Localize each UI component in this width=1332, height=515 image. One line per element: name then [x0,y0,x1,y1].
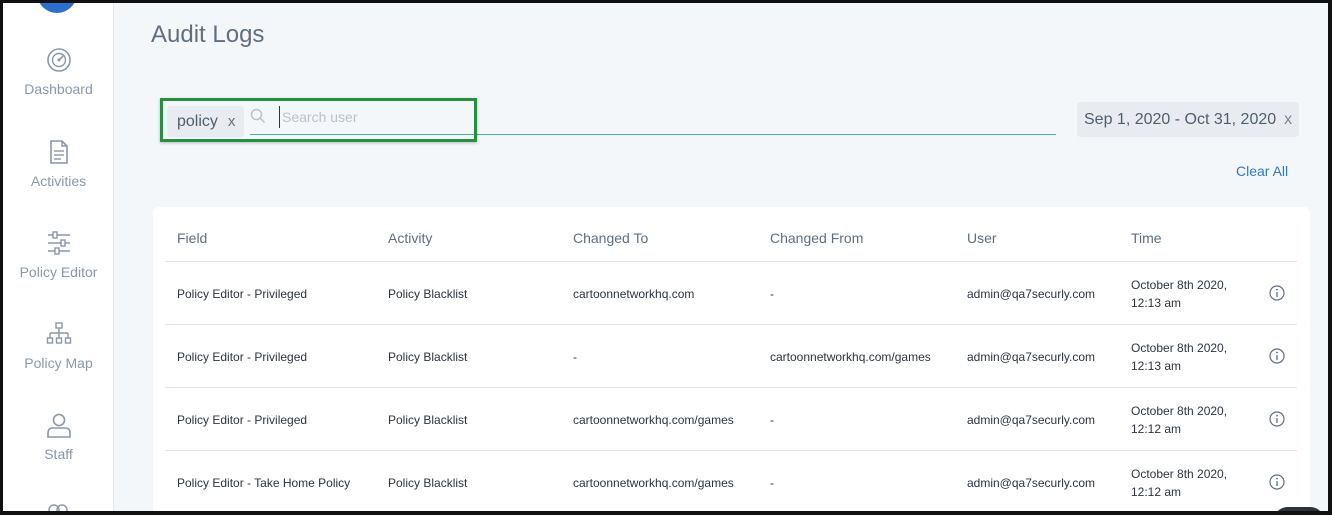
audit-log-table: Field Activity Changed To Changed From U… [153,207,1310,511]
sidebar-item-label: Policy Editor [19,264,98,280]
table-row: Policy Editor - Privileged Policy Blackl… [165,388,1297,451]
cell-changed-to: cartoonnetworkhq.com/games [573,412,734,427]
time-date: October 8th 2020, [1131,403,1228,418]
info-icon[interactable] [1269,285,1285,301]
document-icon [49,140,68,164]
column-header-activity[interactable]: Activity [388,230,432,246]
cell-changed-from: - [770,475,774,490]
time-clock: 12:13 am [1131,295,1182,310]
highlight-annotation [160,98,477,142]
clear-all-link[interactable]: Clear All [1236,163,1288,179]
sidebar-item-dashboard[interactable]: Dashboard [3,47,114,97]
cell-user: admin@qa7securly.com [967,475,1096,490]
cell-activity: Policy Blacklist [388,412,468,427]
column-header-changed-from[interactable]: Changed From [770,230,863,246]
chat-widget-button[interactable] [1273,507,1325,511]
cell-time: October 8th 2020, 12:12 am [1131,451,1228,511]
sidebar-item-label: Staff [44,446,73,462]
cell-changed-to: - [573,349,577,364]
sidebar-item-label: Dashboard [24,81,93,97]
cell-time: October 8th 2020, 12:12 am [1131,388,1227,451]
page-title: Audit Logs [151,21,265,48]
time-clock: 12:12 am [1131,421,1182,436]
cell-user: admin@qa7securly.com [967,412,1096,427]
table-row: Policy Editor - Take Home Policy Policy … [165,451,1297,511]
info-icon[interactable] [1269,348,1285,364]
table-row: Policy Editor - Privileged Policy Blackl… [165,325,1297,388]
date-range-chip[interactable]: Sep 1, 2020 - Oct 31, 2020 x [1077,102,1299,137]
remove-date-button[interactable]: x [1284,111,1292,129]
cell-activity: Policy Blacklist [388,475,468,490]
cell-activity: Policy Blacklist [388,286,468,301]
cell-field: Policy Editor - Privileged [177,349,308,364]
user-icon [46,413,71,438]
sidebar-item-policy-editor[interactable]: Policy Editor [3,230,114,280]
cell-field: Policy Editor - Privileged [177,412,308,427]
column-header-field[interactable]: Field [177,230,207,246]
cell-user: admin@qa7securly.com [967,349,1096,364]
sidebar-item-activities[interactable]: Activities [3,139,114,189]
info-icon[interactable] [1269,474,1285,490]
cell-field: Policy Editor - Take Home Policy [177,475,351,490]
cell-time: October 8th 2020, 12:13 am [1131,325,1227,388]
sidebar-item-staff[interactable]: Staff [3,412,114,462]
sidebar-item-label: Policy Map [24,355,93,371]
cell-changed-to: cartoonnetworkhq.com/games [573,475,734,490]
date-range-label: Sep 1, 2020 - Oct 31, 2020 [1084,110,1277,128]
column-header-changed-to[interactable]: Changed To [573,230,648,246]
cell-changed-from: - [770,286,774,301]
time-date: October 8th 2020, [1131,466,1228,481]
time-clock: 12:13 am [1131,358,1182,373]
cell-changed-from: cartoonnetworkhq.com/games [770,349,931,364]
time-date: October 8th 2020, [1131,277,1228,292]
column-header-time[interactable]: Time [1131,230,1162,246]
gauge-icon [46,48,71,72]
cell-user: admin@qa7securly.com [967,286,1096,301]
table-row: Policy Editor - Privileged Policy Blackl… [165,262,1297,325]
cell-field: Policy Editor - Privileged [177,286,308,301]
info-icon[interactable] [1269,411,1285,427]
column-header-user[interactable]: User [967,230,997,246]
app-window: Dashboard Activities Policy Editor Polic… [0,0,1332,515]
sidebar-item-policy-map[interactable]: Policy Map [3,321,114,371]
time-clock: 12:12 am [1131,484,1182,499]
avatar[interactable] [37,3,77,13]
sidebar: Dashboard Activities Policy Editor Polic… [3,3,114,511]
sliders-icon [47,231,70,255]
group-icon[interactable] [45,501,71,515]
cell-changed-to: cartoonnetworkhq.com [573,286,695,301]
cell-time: October 8th 2020, 12:13 am [1131,262,1227,325]
time-date: October 8th 2020, [1131,340,1228,355]
sidebar-item-label: Activities [30,173,87,189]
cell-changed-from: - [770,412,774,427]
sitemap-icon [46,322,71,344]
table-header: Field Activity Changed To Changed From U… [165,207,1297,262]
cell-activity: Policy Blacklist [388,349,468,364]
